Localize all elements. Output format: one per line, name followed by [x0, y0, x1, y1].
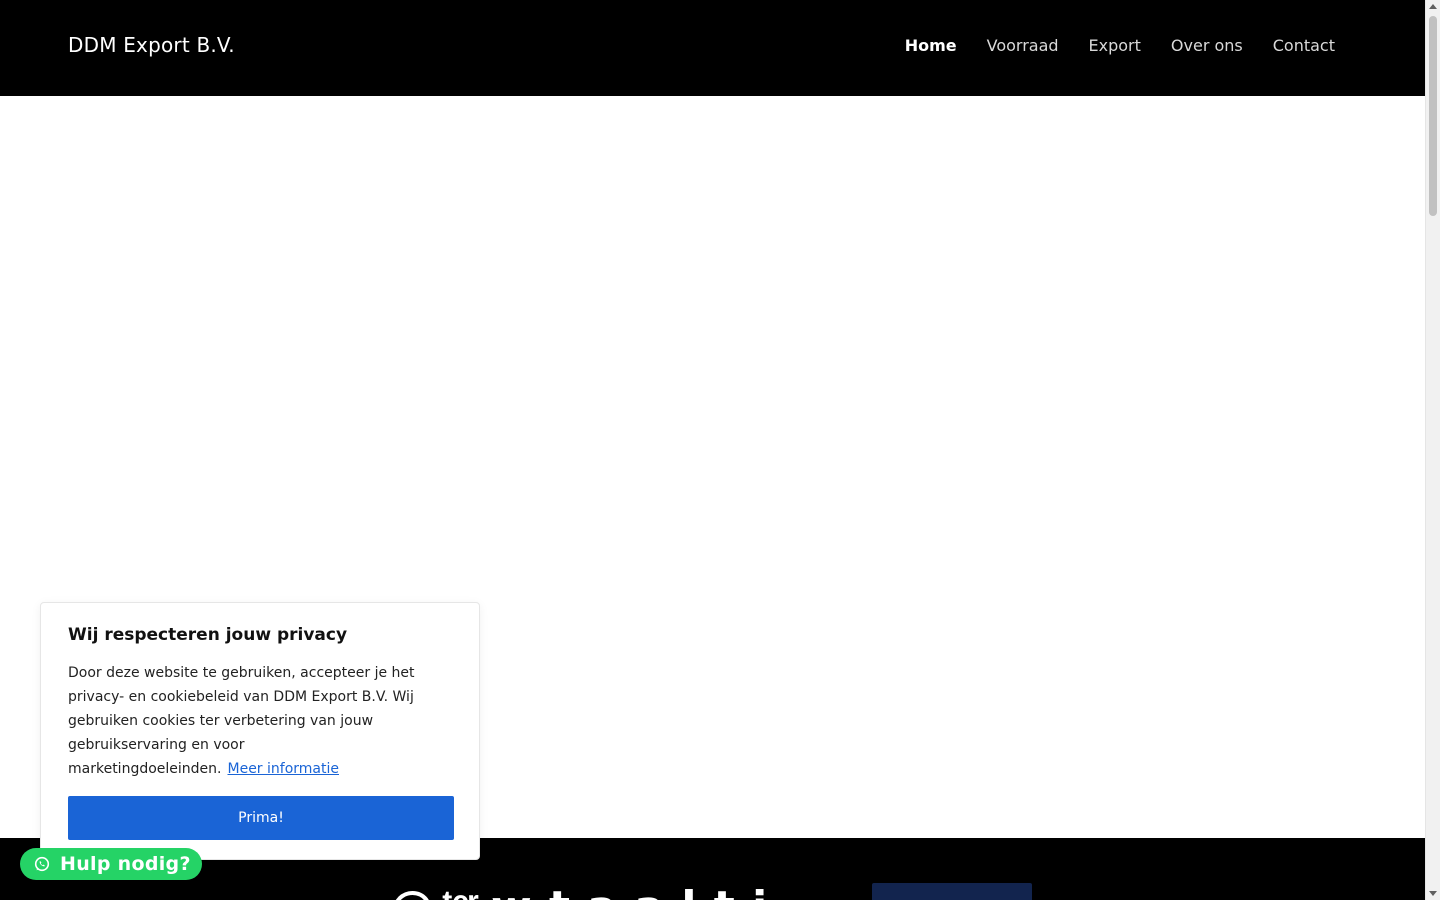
scroll-down-arrow-icon[interactable] — [1429, 891, 1437, 896]
nav-home[interactable]: Home — [905, 36, 957, 55]
site-header: DDM Export B.V. Home Voorraad Export Ove… — [0, 0, 1425, 96]
brand-logo[interactable]: DDM Export B.V. — [68, 33, 235, 57]
band-headline: @ ͭ ͨ ͬ w t a a l t i — [390, 882, 768, 900]
more-info-link[interactable]: Meer informatie — [228, 761, 340, 777]
cookie-consent-modal: Wij respecteren jouw privacy Door deze w… — [40, 602, 480, 860]
scrollbar-thumb[interactable] — [1429, 16, 1437, 216]
vertical-scrollbar[interactable] — [1425, 0, 1440, 900]
nav-contact[interactable]: Contact — [1273, 36, 1335, 55]
nav-export[interactable]: Export — [1089, 36, 1141, 55]
whatsapp-icon — [34, 856, 50, 872]
cookie-title: Wij respecteren jouw privacy — [68, 625, 348, 645]
band-cta-button[interactable] — [872, 883, 1032, 900]
nav-voorraad[interactable]: Voorraad — [987, 36, 1059, 55]
main-nav: Home Voorraad Export Over ons Contact — [905, 36, 1335, 55]
page: DDM Export B.V. Home Voorraad Export Ove… — [0, 0, 1425, 900]
nav-over-ons[interactable]: Over ons — [1171, 36, 1243, 55]
scroll-up-arrow-icon[interactable] — [1429, 4, 1437, 9]
accept-cookies-button[interactable]: Prima! — [68, 796, 454, 840]
help-label: Hulp nodig? — [60, 853, 191, 875]
cookie-text: Door deze website te gebruiken, acceptee… — [68, 661, 428, 781]
whatsapp-help-button[interactable]: Hulp nodig? — [20, 848, 202, 880]
